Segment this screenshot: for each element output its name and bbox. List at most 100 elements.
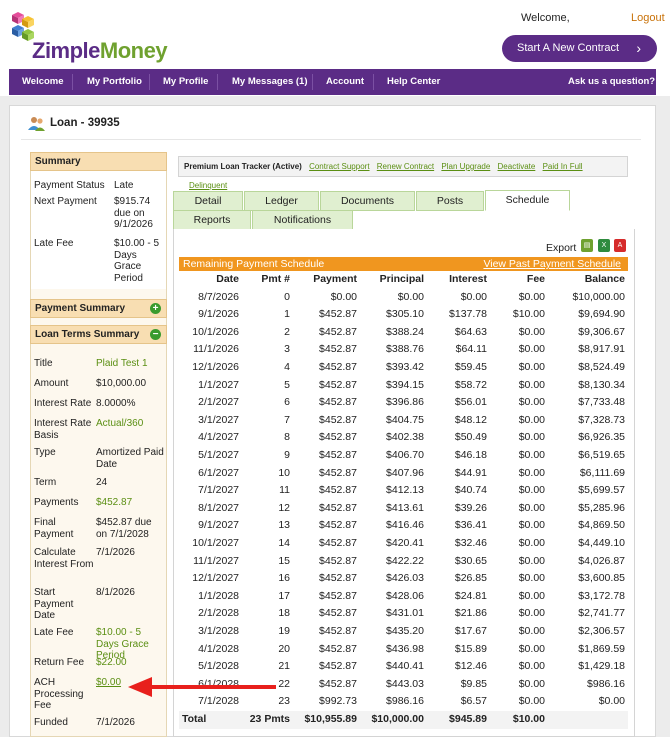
- nav-help-center[interactable]: Help Center: [387, 69, 440, 95]
- table-cell: $396.86: [386, 396, 424, 409]
- column-header: Fee: [526, 273, 545, 285]
- table-cell: $0.00: [598, 695, 625, 708]
- tab-ledger[interactable]: Ledger: [244, 191, 319, 211]
- loan-terms-heading[interactable]: Loan Terms Summary −: [30, 325, 167, 344]
- table-cell: $428.06: [386, 589, 424, 602]
- table-row: 11/1/2026 3 $452.87 $388.76 $64.11 $0.00 $8,91…: [179, 341, 628, 359]
- table-cell: $4,026.87: [578, 554, 625, 567]
- table-cell: 3/1/2027: [198, 413, 239, 426]
- table-row: 2/1/2028 18 $452.87 $431.01 $21.86 $0.00 $2,74…: [179, 605, 628, 623]
- excel-icon[interactable]: X: [598, 239, 610, 252]
- tab-reports[interactable]: Reports: [173, 210, 251, 230]
- tab-schedule[interactable]: Schedule: [485, 190, 570, 211]
- table-row: 9/1/2026 1 $452.87 $305.10 $137.78 $10.00 $9,6…: [179, 306, 628, 324]
- table-row: 12/1/2027 16 $452.87 $426.03 $26.85 $0.00 $3,6…: [179, 570, 628, 588]
- pdf-icon[interactable]: A: [614, 239, 626, 252]
- deactivate-link[interactable]: Deactivate: [498, 162, 536, 171]
- table-cell: $58.72: [454, 378, 487, 391]
- column-header: Payment: [313, 273, 357, 285]
- zimplemoney-logo[interactable]: ZimpleMoney: [8, 10, 168, 66]
- table-row: 10/1/2027 14 $452.87 $420.41 $32.46 $0.00 $4,4…: [179, 535, 628, 553]
- loan-terms-value: $22.00: [96, 657, 127, 668]
- table-cell: $26.85: [454, 572, 487, 585]
- contract-support-link[interactable]: Contract Support: [309, 162, 369, 171]
- table-cell: $412.13: [386, 484, 424, 497]
- table-cell: $452.87: [319, 413, 357, 426]
- tab-posts[interactable]: Posts: [416, 191, 484, 211]
- table-cell: $12.46: [454, 660, 487, 673]
- red-arrow-annotation: [128, 677, 276, 697]
- table-cell: $402.38: [386, 431, 424, 444]
- table-cell: $0.00: [518, 325, 545, 338]
- table-cell: 2/1/2027: [198, 396, 239, 409]
- nav-account[interactable]: Account: [326, 69, 364, 95]
- loan-terms-value: 24: [96, 477, 108, 488]
- loan-terms-label: Start Payment Date: [34, 587, 74, 621]
- logout-link[interactable]: Logout: [631, 12, 665, 24]
- table-cell: $0.00: [518, 660, 545, 673]
- paid-in-full-link[interactable]: Paid In Full: [543, 162, 583, 171]
- table-cell: 5/1/2027: [198, 449, 239, 461]
- table-cell: 14: [278, 537, 290, 549]
- schedule-heading: Remaining Payment Schedule: [183, 258, 325, 270]
- printer-icon[interactable]: ▤: [581, 239, 593, 252]
- table-cell: $5,285.96: [578, 501, 625, 514]
- table-cell: $435.20: [386, 625, 424, 637]
- loan-terms-label: Return Fee: [34, 657, 85, 668]
- summary-value: $915.74 due on 9/1/2026: [114, 196, 153, 230]
- renew-contract-link[interactable]: Renew Contract: [377, 162, 434, 171]
- table-cell: $452.87: [319, 607, 357, 620]
- tab-detail[interactable]: Detail: [173, 191, 243, 211]
- table-cell: $15.89: [454, 642, 487, 655]
- loan-terms-value: $452.87 due on 7/1/2028: [96, 517, 152, 540]
- collapse-minus-icon[interactable]: −: [150, 329, 161, 340]
- nav-divider: [72, 74, 73, 90]
- nav-my-profile[interactable]: My Profile: [163, 69, 208, 95]
- loan-tracker-bar: Premium Loan Tracker (Active) Contract S…: [178, 156, 628, 190]
- table-cell: $452.87: [319, 519, 357, 532]
- nav-divider: [217, 74, 218, 90]
- nav-my-messages[interactable]: My Messages (1): [232, 69, 308, 95]
- table-cell: 5: [284, 378, 290, 391]
- loan-terms-label: Amount: [34, 378, 69, 389]
- export-label: Export: [546, 242, 577, 254]
- table-cell: 13: [278, 519, 290, 532]
- table-cell: 8: [284, 431, 290, 444]
- tab-notifications[interactable]: Notifications: [252, 210, 353, 230]
- loan-terms-label: Term: [34, 477, 57, 488]
- table-cell: $0.00: [518, 625, 545, 637]
- table-cell: $10,000.00: [572, 290, 625, 303]
- view-past-schedule-link[interactable]: View Past Payment Schedule: [483, 257, 621, 271]
- loan-terms-label: Interest Rate Basis: [34, 418, 92, 441]
- payment-summary-heading[interactable]: Payment Summary +: [30, 299, 167, 318]
- table-cell: 1: [284, 308, 290, 321]
- nav-ask-question[interactable]: Ask us a question?: [568, 69, 655, 95]
- loan-terms-value: Actual/360: [96, 418, 144, 429]
- loan-terms-label: ACH Processing Fee: [34, 677, 84, 711]
- tab-documents[interactable]: Documents: [320, 191, 415, 211]
- table-cell: $0.00: [518, 361, 545, 373]
- table-cell: $388.24: [386, 325, 424, 338]
- table-cell: $452.87: [319, 484, 357, 497]
- start-new-contract-button[interactable]: Start A New Contract ›: [502, 35, 657, 62]
- plan-upgrade-link[interactable]: Plan Upgrade: [441, 162, 490, 171]
- payment-summary-label: Payment Summary: [35, 303, 126, 314]
- table-row: 6/1/2027 10 $452.87 $407.96 $44.91 $0.00 $6,11…: [179, 465, 628, 483]
- summary-label: Payment Status: [34, 180, 105, 191]
- table-cell: $7,733.48: [578, 396, 625, 409]
- table-cell: $0.00: [518, 290, 545, 303]
- table-cell: 19: [278, 625, 290, 637]
- table-cell: $2,306.57: [578, 625, 625, 637]
- nav-welcome[interactable]: Welcome: [22, 69, 64, 95]
- table-row: 5/1/2028 21 $452.87 $440.41 $12.46 $0.00 $1,42…: [179, 658, 628, 676]
- table-cell: $992.73: [319, 695, 357, 708]
- loan-terms-label: Payments: [34, 497, 79, 508]
- table-cell: $6.57: [460, 695, 487, 708]
- expand-plus-icon[interactable]: +: [150, 303, 161, 314]
- table-cell: 5/1/2028: [198, 660, 239, 673]
- table-row: 8/7/2026 0 $0.00 $0.00 $0.00 $0.00 $10,000.00: [179, 289, 628, 307]
- delinquent-link[interactable]: Delinquent: [189, 181, 227, 190]
- nav-my-portfolio[interactable]: My Portfolio: [87, 69, 142, 95]
- table-cell: $452.87: [319, 501, 357, 514]
- loan-terms-value: $10,000.00: [96, 378, 147, 389]
